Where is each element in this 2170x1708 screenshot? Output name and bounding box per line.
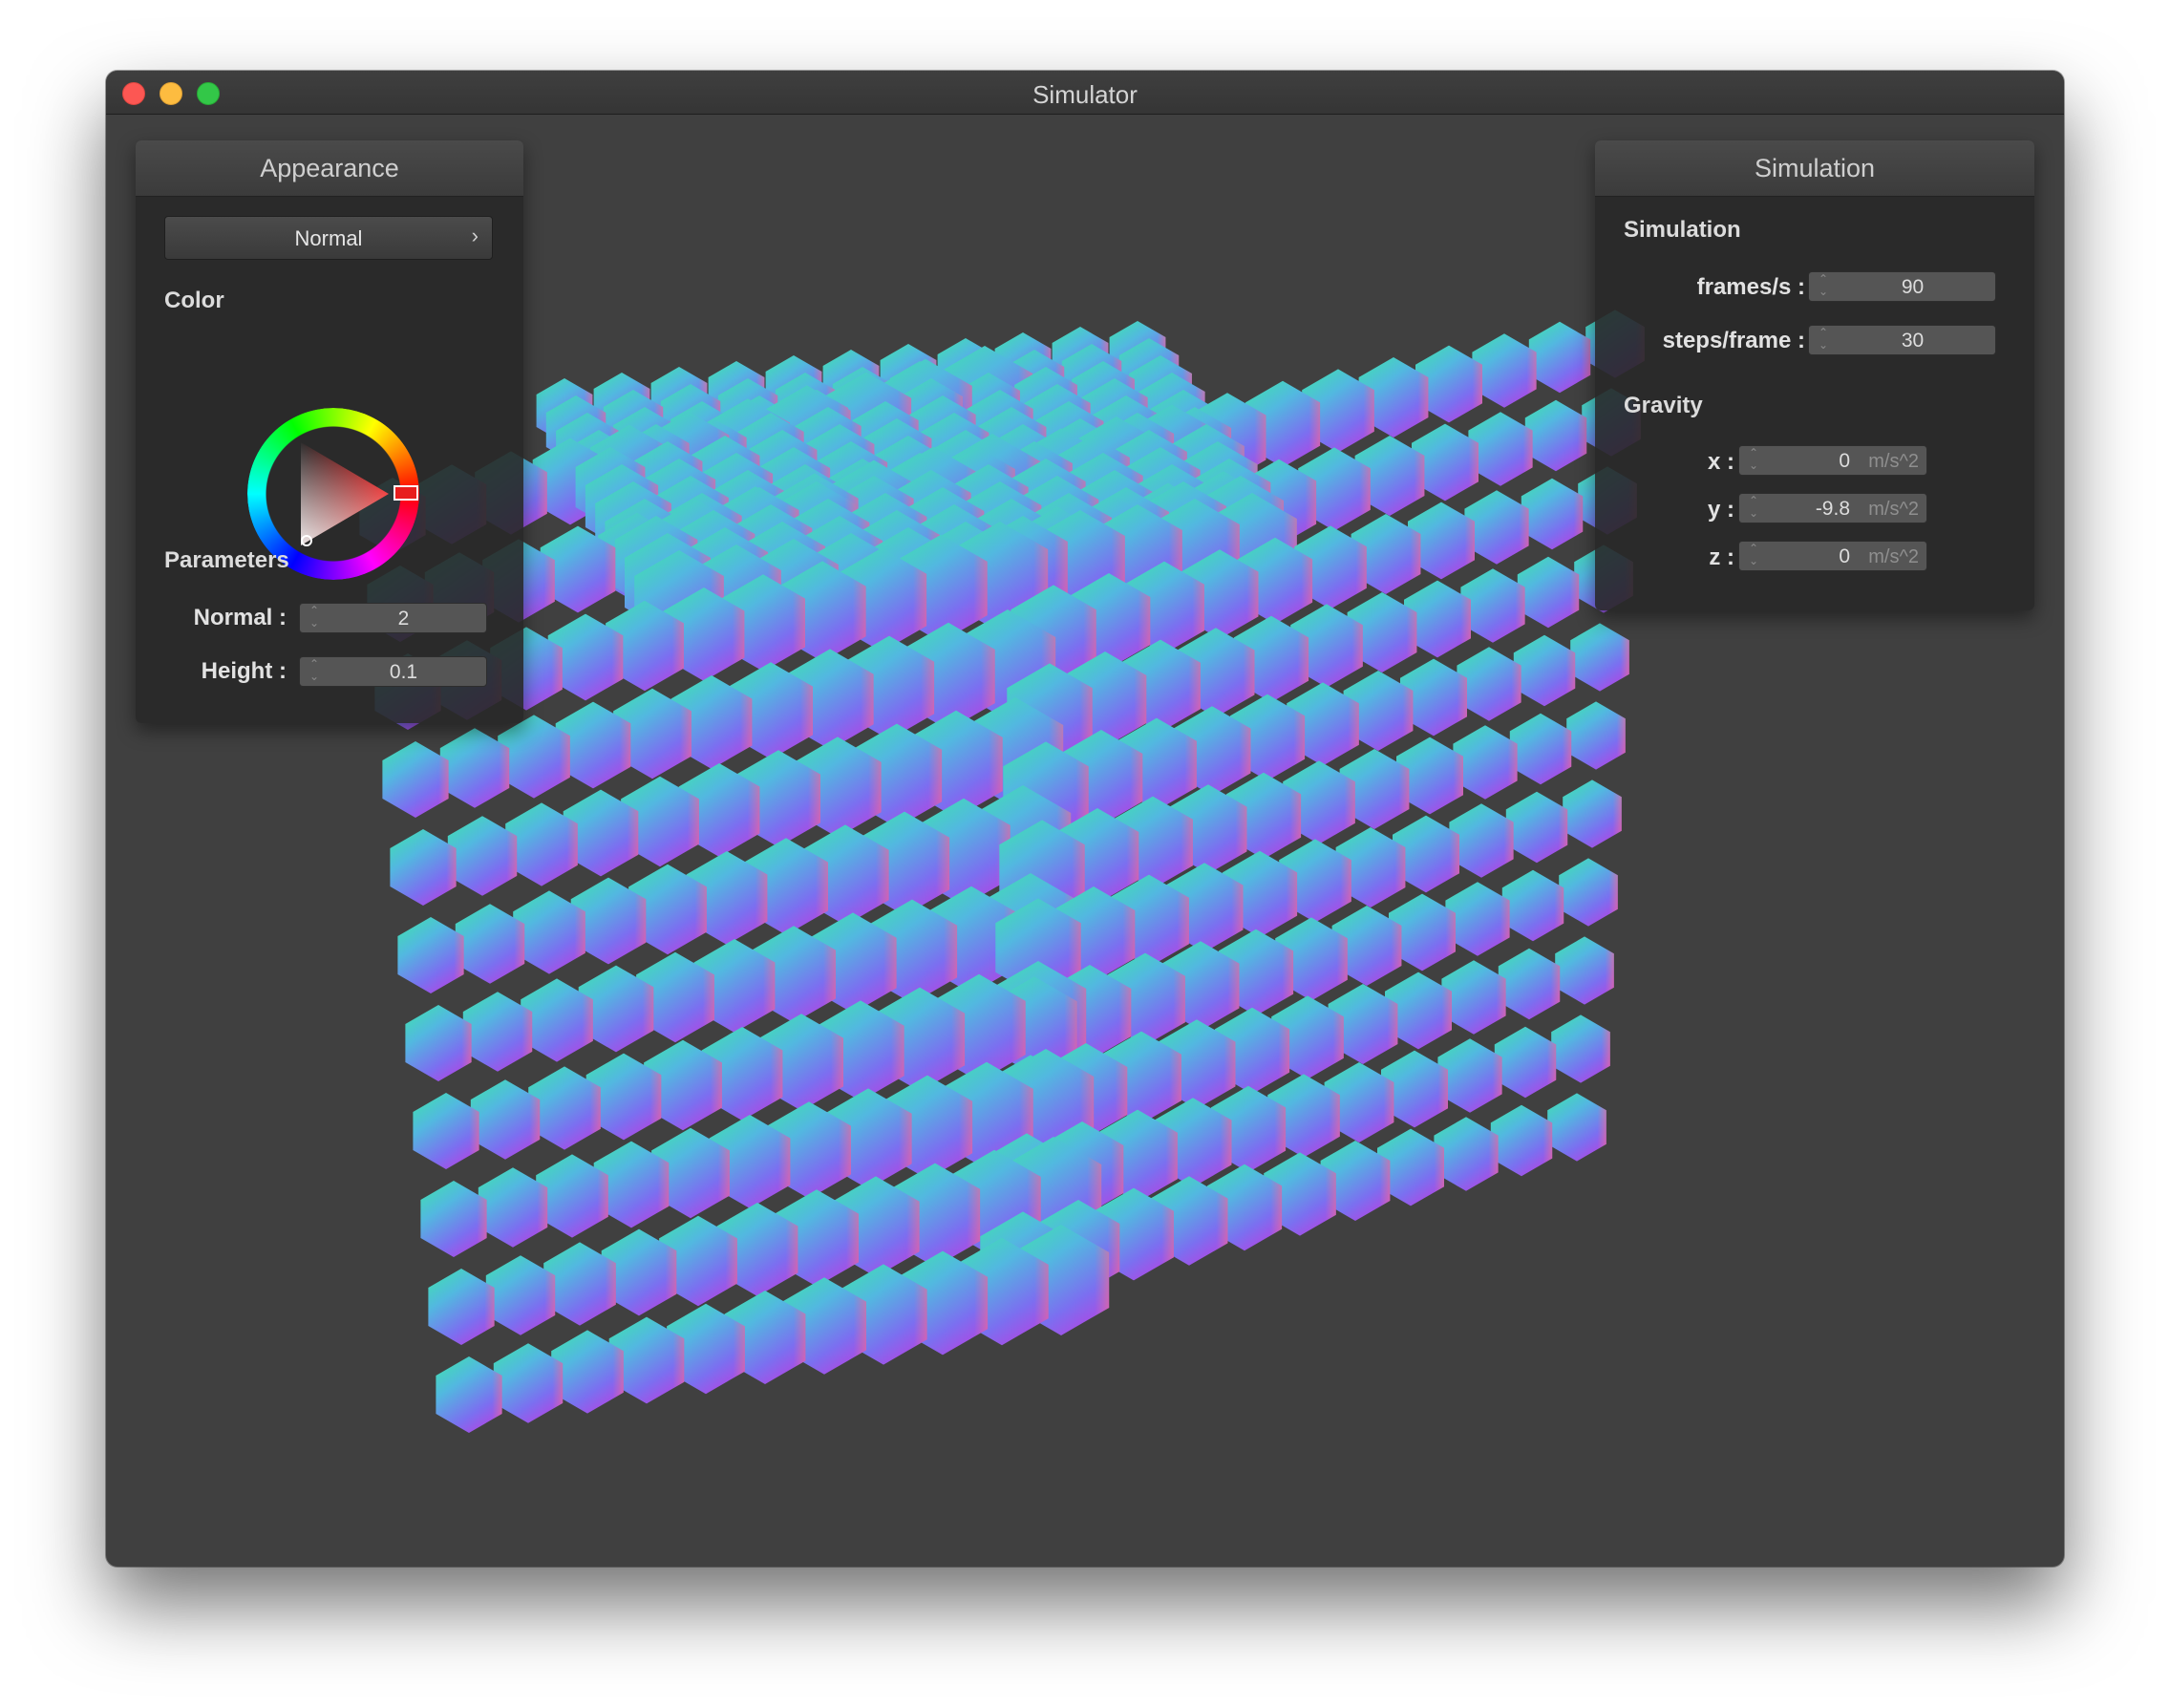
normal-label: Normal : xyxy=(193,605,287,630)
particle-highlight xyxy=(1566,701,1626,770)
stepper-arrows-icon[interactable]: ⌃ ⌄ xyxy=(1747,495,1760,520)
stepper-arrows-icon[interactable]: ⌃ ⌄ xyxy=(1817,327,1830,352)
particle-highlight xyxy=(1547,1093,1606,1162)
particle-highlight xyxy=(405,1005,472,1081)
color-section-label: Color xyxy=(164,288,224,313)
stepper-arrows-icon[interactable]: ⌃ ⌄ xyxy=(308,605,321,630)
gravity-y-label: y : xyxy=(1707,497,1734,523)
particle-highlight xyxy=(428,1269,495,1345)
particle-highlight xyxy=(420,1181,487,1257)
stepper-arrows-icon[interactable]: ⌃ ⌄ xyxy=(1817,273,1830,298)
fps-input[interactable]: ⌃ ⌄ 90 xyxy=(1808,271,1996,302)
simulation-panel-title[interactable]: Simulation xyxy=(1595,140,2034,197)
particle-highlight xyxy=(1563,779,1622,848)
gravity-z-input[interactable]: ⌃ ⌄ 0 m/s^2 xyxy=(1738,541,1927,571)
particle-highlight xyxy=(1501,869,1564,942)
steps-label: steps/frame : xyxy=(1662,328,1805,353)
particle-highlight xyxy=(1551,1014,1610,1083)
title-bar[interactable]: Simulator xyxy=(106,71,2064,115)
height-label: Height : xyxy=(201,658,287,684)
particle-highlight xyxy=(382,741,449,818)
stepper-arrows-icon[interactable]: ⌃ ⌄ xyxy=(308,658,321,683)
fps-label: frames/s : xyxy=(1696,274,1805,300)
particle-highlight xyxy=(1555,936,1614,1005)
particle-highlight xyxy=(1521,478,1584,550)
gravity-section-label: Gravity xyxy=(1624,393,1703,418)
gravity-z-label: z : xyxy=(1709,544,1734,570)
particle-highlight xyxy=(1524,399,1587,472)
shading-mode-dropdown[interactable]: Normal › xyxy=(164,216,493,260)
stepper-arrows-icon[interactable]: ⌃ ⌄ xyxy=(1747,543,1760,567)
particle-highlight xyxy=(1517,556,1580,629)
particle-highlight xyxy=(1505,791,1568,864)
particle-highlight xyxy=(1509,713,1572,785)
normal-input[interactable]: ⌃ ⌄ 2 xyxy=(299,603,487,633)
window-title: Simulator xyxy=(1032,80,1138,109)
simulator-window: Simulator Appearance Normal › Color Para… xyxy=(106,71,2064,1567)
simulation-section-label: Simulation xyxy=(1624,217,1741,243)
gravity-x-input[interactable]: ⌃ ⌄ 0 m/s^2 xyxy=(1738,445,1927,476)
parameters-section-label: Parameters xyxy=(164,547,289,573)
shading-mode-label: Normal xyxy=(294,226,363,250)
appearance-panel: Appearance Normal › Color Parameters Nor… xyxy=(136,140,523,723)
particle-highlight xyxy=(1559,858,1618,927)
height-input[interactable]: ⌃ ⌄ 0.1 xyxy=(299,656,487,687)
particle-highlight xyxy=(1498,948,1561,1020)
appearance-panel-title[interactable]: Appearance xyxy=(136,140,523,197)
particle-highlight xyxy=(1494,1026,1557,1099)
particle-highlight xyxy=(1513,634,1576,707)
simulation-panel: Simulation Simulation frames/s : ⌃ ⌄ 90 s… xyxy=(1595,140,2034,610)
particle-highlight xyxy=(1570,623,1629,692)
stepper-arrows-icon[interactable]: ⌃ ⌄ xyxy=(1747,447,1760,472)
hue-selector-handle[interactable] xyxy=(394,485,418,501)
chevron-right-icon: › xyxy=(471,224,479,247)
particle-highlight xyxy=(413,1093,479,1169)
particle-highlight xyxy=(1490,1104,1553,1177)
particle-highlight xyxy=(397,917,464,993)
particle-highlight xyxy=(1528,321,1591,394)
particle-highlight xyxy=(390,829,457,906)
steps-input[interactable]: ⌃ ⌄ 30 xyxy=(1808,325,1996,355)
gravity-x-label: x : xyxy=(1707,449,1734,475)
particle-highlight xyxy=(436,1356,502,1433)
gravity-y-input[interactable]: ⌃ ⌄ -9.8 m/s^2 xyxy=(1738,493,1927,523)
